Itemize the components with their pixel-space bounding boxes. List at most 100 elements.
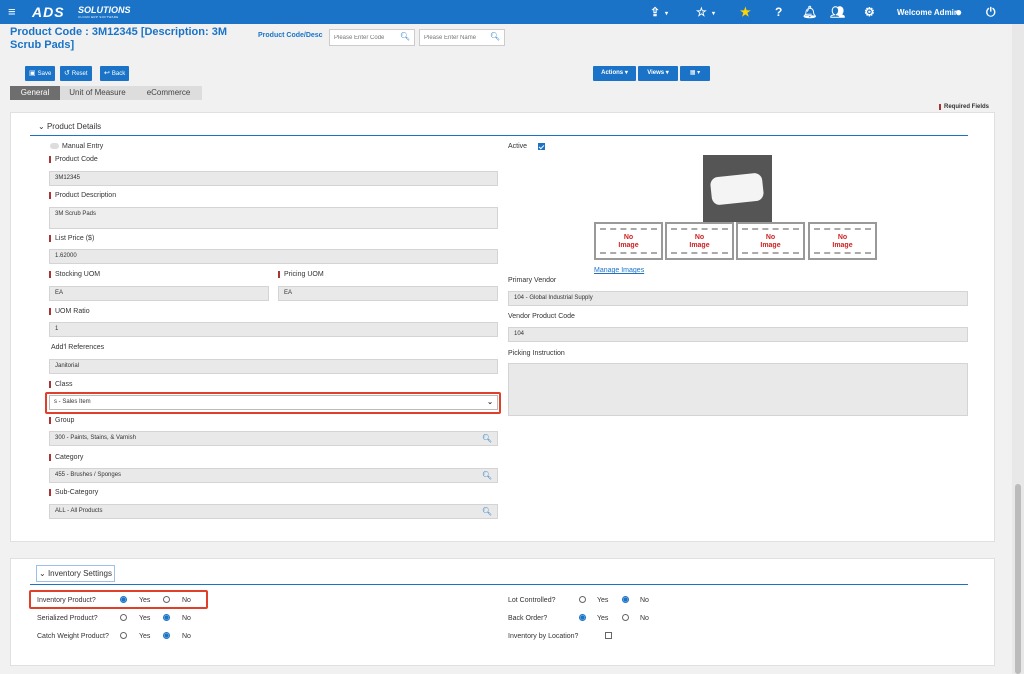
list-price-field[interactable]: 1.62000: [49, 249, 498, 264]
user-icon[interactable]: ●: [955, 5, 962, 19]
back-order-yes-radio[interactable]: [579, 614, 586, 621]
no-image-thumb[interactable]: No Image: [665, 222, 734, 260]
serialized-no-radio[interactable]: [163, 614, 170, 621]
class-label: Class: [49, 381, 73, 388]
vendor-product-code-field[interactable]: 104: [508, 327, 968, 342]
product-details-header[interactable]: ⌄ Product Details: [38, 122, 101, 131]
search-icon[interactable]: 🔍︎: [482, 432, 492, 445]
category-field[interactable]: 455 - Brushes / Sponges 🔍︎: [49, 468, 498, 483]
serialized-yes-radio[interactable]: [120, 614, 127, 621]
grid-menu-button[interactable]: ▦ ▾: [680, 66, 710, 81]
primary-vendor-field[interactable]: 104 - Global Industrial Supply: [508, 291, 968, 306]
search-icon[interactable]: 🔍︎: [490, 32, 500, 41]
page-title: Product Code : 3M12345 [Description: 3M …: [10, 26, 250, 52]
search-icon[interactable]: 🔍︎: [482, 505, 492, 518]
code-search-box[interactable]: 🔍︎: [329, 29, 415, 46]
grid-icon: ▦: [689, 70, 696, 76]
no-label: No: [182, 633, 191, 640]
logo-subtitle: CLOUD ERP SOFTWARE: [78, 15, 119, 19]
tab-unit-of-measure[interactable]: Unit of Measure: [60, 86, 135, 100]
uom-ratio-field[interactable]: 1: [49, 322, 498, 337]
inv-by-location-label: Inventory by Location?: [508, 633, 579, 640]
favorites-dropdown-icon[interactable]: ▾: [712, 10, 715, 17]
active-checkbox[interactable]: [538, 143, 545, 150]
product-code-field[interactable]: 3M12345: [49, 171, 498, 186]
picking-instruction-label: Picking Instruction: [508, 350, 565, 357]
no-image-text: No: [765, 234, 776, 241]
welcome-text[interactable]: Welcome Admin: [897, 8, 959, 17]
add-refs-label: Add'l References: [51, 344, 105, 351]
inventory-settings-header[interactable]: ⌄ Inventory Settings: [36, 565, 115, 582]
save-button[interactable]: ▣ Save: [25, 66, 56, 81]
add-refs-field[interactable]: Janitorial: [49, 359, 498, 374]
power-icon[interactable]: ⏻: [986, 5, 996, 20]
inventory-settings-title: Inventory Settings: [47, 569, 112, 578]
no-image-text: No: [837, 234, 848, 241]
no-image-text: Image: [618, 242, 639, 249]
no-image-text: Image: [832, 242, 853, 249]
subcategory-label: Sub-Category: [49, 489, 98, 496]
tab-general[interactable]: General: [10, 86, 60, 100]
code-search-input[interactable]: [330, 30, 390, 45]
page-title-line2: Scrub Pads]: [10, 39, 75, 51]
product-description-field[interactable]: 3M Scrub Pads: [49, 207, 498, 229]
tab-ecommerce[interactable]: eCommerce: [135, 86, 202, 100]
bell-icon[interactable]: 🔔︎: [802, 5, 817, 19]
product-code-label: Product Code: [49, 156, 98, 163]
group-field[interactable]: 300 - Paints, Stains, & Varnish 🔍︎: [49, 431, 498, 446]
save-label: Save: [37, 71, 52, 77]
no-image-placeholder: No Image: [671, 228, 728, 254]
picking-instruction-field[interactable]: [508, 363, 968, 416]
no-label: No: [182, 597, 191, 604]
actions-label: Actions: [601, 70, 624, 76]
category-label: Category: [49, 454, 83, 461]
hamburger-menu-icon[interactable]: ≡: [8, 4, 16, 19]
actions-button[interactable]: Actions ▾: [593, 66, 636, 81]
no-image-thumb[interactable]: No Image: [594, 222, 663, 260]
no-image-thumb[interactable]: No Image: [736, 222, 805, 260]
users-icon[interactable]: 👥︎: [830, 5, 845, 19]
scrollbar[interactable]: [1012, 24, 1024, 674]
scrub-pad-shape: [709, 172, 765, 206]
search-icon[interactable]: 🔍︎: [400, 32, 410, 41]
stocking-uom-label: Stocking UOM: [49, 271, 100, 278]
inv-by-location-checkbox[interactable]: [605, 632, 612, 639]
save-icon: ▣: [29, 70, 36, 77]
no-label: No: [182, 615, 191, 622]
back-button[interactable]: ↩ Back: [100, 66, 130, 81]
manage-images-link[interactable]: Manage Images: [594, 267, 644, 274]
no-image-thumb[interactable]: No Image: [808, 222, 877, 260]
views-button[interactable]: Views ▾: [638, 66, 678, 81]
views-label: Views: [647, 70, 665, 76]
star-outline-icon[interactable]: ☆: [696, 5, 707, 19]
no-image-text: No: [623, 234, 634, 241]
list-price-label: List Price ($): [49, 235, 94, 242]
group-value: 300 - Paints, Stains, & Varnish: [55, 435, 136, 441]
inventory-product-yes-radio[interactable]: [120, 596, 127, 603]
lot-controlled-no-radio[interactable]: [622, 596, 629, 603]
catch-weight-no-radio[interactable]: [163, 632, 170, 639]
name-search-box[interactable]: 🔍︎: [419, 29, 505, 46]
lot-controlled-yes-radio[interactable]: [579, 596, 586, 603]
share-dropdown-icon[interactable]: ▾: [665, 10, 668, 17]
favorite-star-icon[interactable]: ★: [740, 5, 751, 19]
help-icon[interactable]: ?: [775, 5, 782, 19]
share-icon[interactable]: ⇪: [650, 5, 660, 19]
catch-weight-yes-radio[interactable]: [120, 632, 127, 639]
inventory-settings-panel: [10, 558, 995, 666]
reset-button[interactable]: ↺ Reset: [60, 66, 92, 81]
product-image[interactable]: [703, 155, 772, 222]
pricing-uom-field[interactable]: EA: [278, 286, 498, 301]
search-icon[interactable]: 🔍︎: [482, 469, 492, 482]
manual-entry-label: Manual Entry: [62, 143, 104, 150]
inventory-product-no-radio[interactable]: [163, 596, 170, 603]
scrollbar-thumb[interactable]: [1015, 484, 1021, 674]
name-search-input[interactable]: [420, 30, 480, 45]
manual-entry-toggle[interactable]: [50, 143, 59, 149]
gear-icon[interactable]: ⚙︎: [864, 5, 875, 19]
subcategory-field[interactable]: ALL - All Products 🔍︎: [49, 504, 498, 519]
class-highlight-box: [45, 392, 501, 414]
vendor-product-code-label: Vendor Product Code: [508, 313, 575, 320]
back-order-no-radio[interactable]: [622, 614, 629, 621]
stocking-uom-field[interactable]: EA: [49, 286, 269, 301]
